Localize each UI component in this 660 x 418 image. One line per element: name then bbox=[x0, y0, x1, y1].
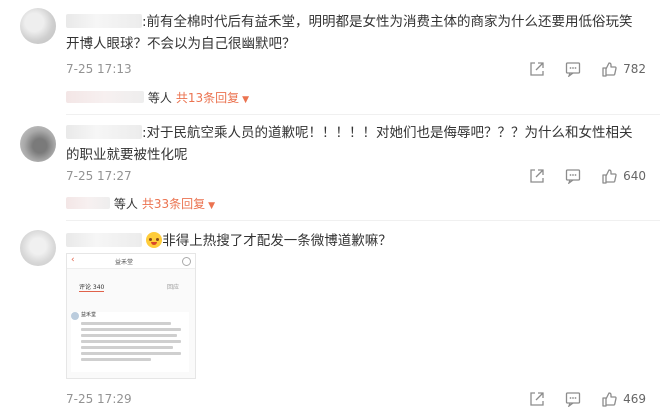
caret-down-icon[interactable]: ▼ bbox=[208, 201, 215, 211]
like-count: 782 bbox=[623, 62, 646, 76]
comment-meta: 7-25 17:29 469 bbox=[66, 389, 646, 409]
screenshot-tabs: 评论 340 回应 bbox=[67, 282, 195, 292]
screenshot-text-line bbox=[81, 358, 151, 361]
share-icon[interactable] bbox=[529, 391, 545, 407]
screenshot-text-line bbox=[81, 322, 171, 325]
screenshot-tab-right: 回应 bbox=[167, 284, 180, 291]
screenshot-sender: 益禾堂 bbox=[81, 312, 97, 318]
screenshot-avatar bbox=[71, 312, 79, 320]
comment-text: 非得上热搜了才配发一条微博道歉嘛？ bbox=[162, 233, 392, 249]
comment-icon[interactable] bbox=[565, 391, 581, 407]
screenshot-text-line bbox=[81, 352, 181, 355]
timestamp: 7-25 17:27 bbox=[66, 169, 132, 183]
like-icon[interactable] bbox=[601, 168, 617, 184]
like-count: 469 bbox=[623, 392, 646, 406]
comment-text: :前有全棉时代后有益禾堂，明明都是女性为消费主体的商家为什么还要用低俗玩笑开博人… bbox=[66, 14, 633, 52]
replies-others-label: 等人 bbox=[147, 91, 172, 105]
comment-actions: 782 bbox=[509, 59, 646, 79]
screenshot-account-name: 益禾堂 bbox=[115, 259, 134, 266]
share-icon[interactable] bbox=[529, 61, 545, 77]
comment-text-block: :前有全棉时代后有益禾堂，明明都是女性为消费主体的商家为什么还要用低俗玩笑开博人… bbox=[66, 11, 636, 55]
screenshot-text-line bbox=[81, 334, 177, 337]
view-replies-link[interactable]: 共13条回复 bbox=[176, 91, 239, 105]
comment-actions: 640 bbox=[509, 166, 646, 186]
avatar[interactable] bbox=[20, 8, 56, 44]
attached-screenshot[interactable]: ‹ 益禾堂 评论 340 回应 益禾堂 bbox=[66, 253, 196, 379]
username-blurred[interactable] bbox=[66, 233, 142, 247]
screenshot-text-line bbox=[81, 346, 173, 349]
comment-meta: 7-25 17:13 782 bbox=[66, 59, 646, 79]
screenshot-text-line bbox=[81, 340, 181, 343]
screenshot-body: 益禾堂 bbox=[71, 312, 189, 372]
reply-usernames-blurred bbox=[66, 197, 110, 209]
replies-summary[interactable]: 等人 共33条回复 ▼ bbox=[66, 194, 215, 214]
comment-icon[interactable] bbox=[565, 61, 581, 77]
comment-text: :对于民航空乘人员的道歉呢！！！！！对她们也是侮辱吧？？？为什么和女性相关的职业… bbox=[66, 125, 633, 163]
like-count: 640 bbox=[623, 169, 646, 183]
comment-meta: 7-25 17:27 640 bbox=[66, 166, 646, 186]
like-icon[interactable] bbox=[601, 61, 617, 77]
screenshot-text-line bbox=[81, 328, 181, 331]
more-icon bbox=[182, 257, 191, 266]
timestamp: 7-25 17:13 bbox=[66, 62, 132, 76]
avatar[interactable] bbox=[20, 230, 56, 266]
emoji-icon bbox=[146, 232, 163, 248]
like-icon[interactable] bbox=[601, 391, 617, 407]
share-icon[interactable] bbox=[529, 168, 545, 184]
reply-usernames-blurred bbox=[66, 91, 144, 103]
username-blurred[interactable] bbox=[66, 125, 142, 139]
caret-down-icon[interactable]: ▼ bbox=[242, 95, 249, 105]
replies-summary[interactable]: 等人 共13条回复 ▼ bbox=[66, 88, 249, 108]
back-icon: ‹ bbox=[71, 255, 75, 265]
screenshot-topbar: ‹ 益禾堂 bbox=[67, 254, 195, 269]
timestamp: 7-25 17:29 bbox=[66, 392, 132, 406]
comment-text-block: :对于民航空乘人员的道歉呢！！！！！对她们也是侮辱吧？？？为什么和女性相关的职业… bbox=[66, 122, 636, 166]
screenshot-tab-comments: 评论 340 bbox=[79, 284, 105, 292]
comment-text-block: 非得上热搜了才配发一条微博道歉嘛？ bbox=[66, 230, 636, 252]
comment-icon[interactable] bbox=[565, 168, 581, 184]
avatar[interactable] bbox=[20, 126, 56, 162]
comment-actions: 469 bbox=[509, 389, 646, 409]
divider bbox=[66, 220, 660, 221]
view-replies-link[interactable]: 共33条回复 bbox=[142, 197, 205, 211]
divider bbox=[66, 114, 660, 115]
username-blurred[interactable] bbox=[66, 14, 142, 28]
replies-others-label: 等人 bbox=[113, 197, 138, 211]
